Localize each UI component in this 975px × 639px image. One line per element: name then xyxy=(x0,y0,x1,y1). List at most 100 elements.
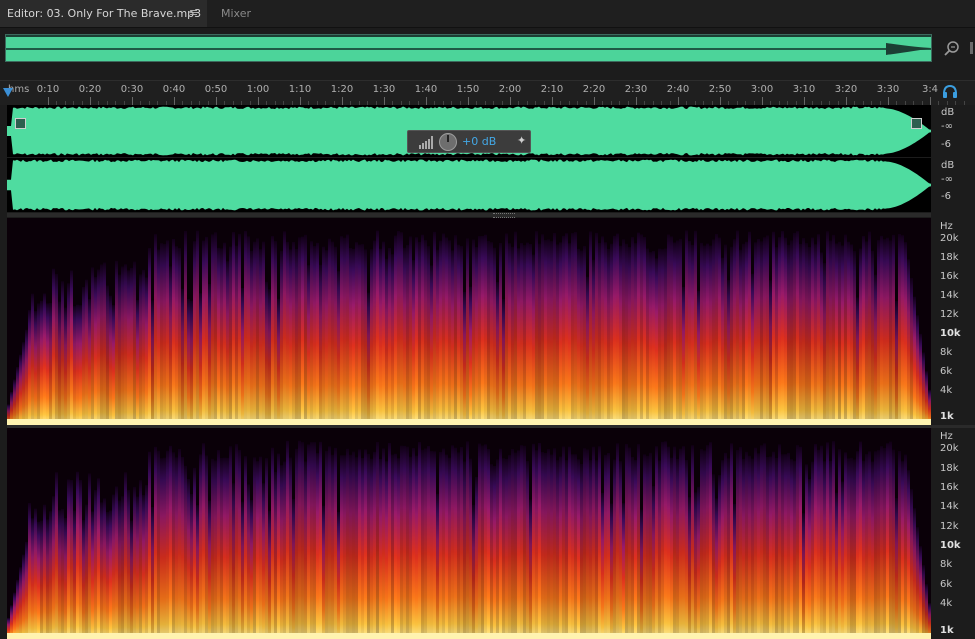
frequency-label: 12k xyxy=(940,309,959,320)
overview-waveform[interactable] xyxy=(5,34,932,62)
tab-editor-label: Editor: 03. Only For The Brave.mp3 xyxy=(7,7,202,20)
hz-unit-label: Hz xyxy=(940,431,953,442)
time-tick xyxy=(300,97,301,105)
frequency-label: 1k xyxy=(940,624,954,636)
panel-edge-icon xyxy=(970,42,973,54)
fade-in-handle[interactable] xyxy=(15,118,26,129)
amplitude-ruler-1: dB -∞ -6 xyxy=(933,105,975,157)
time-tick-label: 1:10 xyxy=(288,84,312,95)
time-tick xyxy=(678,97,679,105)
time-tick xyxy=(384,97,385,105)
time-tick xyxy=(888,97,889,105)
time-tick xyxy=(762,97,763,105)
time-tick-label: 3:10 xyxy=(792,84,816,95)
time-tick xyxy=(90,97,91,105)
frequency-label: 14k xyxy=(940,501,959,513)
spectral-display-channel-1[interactable] xyxy=(7,218,931,425)
frequency-label: 16k xyxy=(940,482,959,494)
time-tick-label: 2:20 xyxy=(582,84,606,95)
headphones-icon[interactable] xyxy=(941,83,959,99)
time-tick-label: 2:30 xyxy=(624,84,648,95)
db-six-label-1: -6 xyxy=(941,139,951,150)
time-tick-label: 2:10 xyxy=(540,84,564,95)
frequency-label: 20k xyxy=(940,443,959,455)
time-tick-label: 3:00 xyxy=(750,84,774,95)
time-tick xyxy=(216,97,217,105)
time-tick-label: 2:50 xyxy=(708,84,732,95)
time-tick-label: 1:20 xyxy=(330,84,354,95)
pin-icon[interactable]: ✦ xyxy=(517,134,526,147)
knob-icon[interactable] xyxy=(439,133,457,151)
frequency-axis-2: Hz 20k 18k 16k 14k 12k 10k 8k 6k 4k 1k xyxy=(933,428,975,639)
frequency-label: 12k xyxy=(940,520,959,532)
db-label-2: dB xyxy=(941,160,955,171)
frequency-label: 6k xyxy=(940,366,953,377)
time-tick-label: 2:40 xyxy=(666,84,690,95)
tab-editor[interactable]: Editor: 03. Only For The Brave.mp3 xyxy=(0,0,207,27)
frequency-label: 10k xyxy=(940,540,961,552)
hz-unit-label: Hz xyxy=(940,221,953,232)
waveform-channel-2[interactable] xyxy=(7,158,931,212)
time-tick-label: 3:20 xyxy=(834,84,858,95)
time-tick xyxy=(594,97,595,105)
tab-bar: Editor: 03. Only For The Brave.mp3 ≡ Mix… xyxy=(0,0,975,28)
time-tick xyxy=(426,97,427,105)
time-tick xyxy=(342,97,343,105)
level-meter-icon xyxy=(419,136,433,149)
db-label-1: dB xyxy=(941,107,955,118)
waveform-spectral-divider[interactable] xyxy=(7,213,931,217)
time-tick xyxy=(552,97,553,105)
frequency-label: 10k xyxy=(940,328,961,339)
time-tick xyxy=(636,97,637,105)
time-tick xyxy=(258,97,259,105)
spectral-channel-2-graphic xyxy=(7,428,931,639)
time-tick xyxy=(510,97,511,105)
frequency-label: 4k xyxy=(940,385,953,396)
time-tick-label: 3:30 xyxy=(876,84,900,95)
time-tick xyxy=(468,97,469,105)
time-tick-label: 0:20 xyxy=(78,84,102,95)
tab-menu-icon[interactable]: ≡ xyxy=(189,6,198,19)
fade-out-handle[interactable] xyxy=(911,118,922,129)
playhead-marker[interactable] xyxy=(3,88,13,97)
frequency-label: 1k xyxy=(940,411,954,422)
time-ruler[interactable]: hms 0:10 0:20 0:30 0:40 0:50 1:00 1:10 1:20 1:30… xyxy=(0,80,975,105)
frequency-label: 6k xyxy=(940,578,953,590)
time-tick xyxy=(804,97,805,105)
amplitude-ruler-2: dB -∞ -6 xyxy=(933,158,975,212)
time-tick-label: 1:50 xyxy=(456,84,480,95)
db-six-label-2: -6 xyxy=(941,191,951,202)
time-tick-label: 2:00 xyxy=(498,84,522,95)
time-tick-label: 0:40 xyxy=(162,84,186,95)
frequency-label: 8k xyxy=(940,559,953,571)
time-tick xyxy=(132,97,133,105)
time-tick-label: 3:4 xyxy=(921,84,939,95)
zoom-icon[interactable] xyxy=(942,38,962,58)
time-tick xyxy=(930,97,931,105)
db-inf-label-1: -∞ xyxy=(941,121,953,132)
time-tick-label: 0:10 xyxy=(36,84,60,95)
volume-hud[interactable]: +0 dB ✦ xyxy=(407,130,531,153)
volume-value: +0 dB xyxy=(462,135,497,148)
time-tick-label: 0:30 xyxy=(120,84,144,95)
db-inf-label-2: -∞ xyxy=(941,174,953,185)
frequency-axis-1: Hz 20k 18k 16k 14k 12k 10k 8k 6k 4k 1k xyxy=(933,218,975,425)
spectral-channel-1-graphic xyxy=(7,218,931,425)
tab-mixer-label: Mixer xyxy=(221,7,252,20)
spectral-display-channel-2[interactable] xyxy=(7,428,931,639)
tab-mixer[interactable]: Mixer xyxy=(221,0,251,27)
frequency-label: 20k xyxy=(940,233,959,244)
time-tick xyxy=(720,97,721,105)
frequency-label: 16k xyxy=(940,271,959,282)
time-tick-label: 1:30 xyxy=(372,84,396,95)
time-tick-label: 1:40 xyxy=(414,84,438,95)
frequency-label: 8k xyxy=(940,347,953,358)
time-tick-label: 0:50 xyxy=(204,84,228,95)
time-tick-label: 1:00 xyxy=(246,84,270,95)
frequency-label: 18k xyxy=(940,462,959,474)
overview-waveform-graphic xyxy=(6,37,931,61)
waveform-channel-2-graphic xyxy=(7,159,931,211)
frequency-label: 4k xyxy=(940,598,953,610)
frequency-label: 14k xyxy=(940,290,959,301)
time-tick xyxy=(846,97,847,105)
